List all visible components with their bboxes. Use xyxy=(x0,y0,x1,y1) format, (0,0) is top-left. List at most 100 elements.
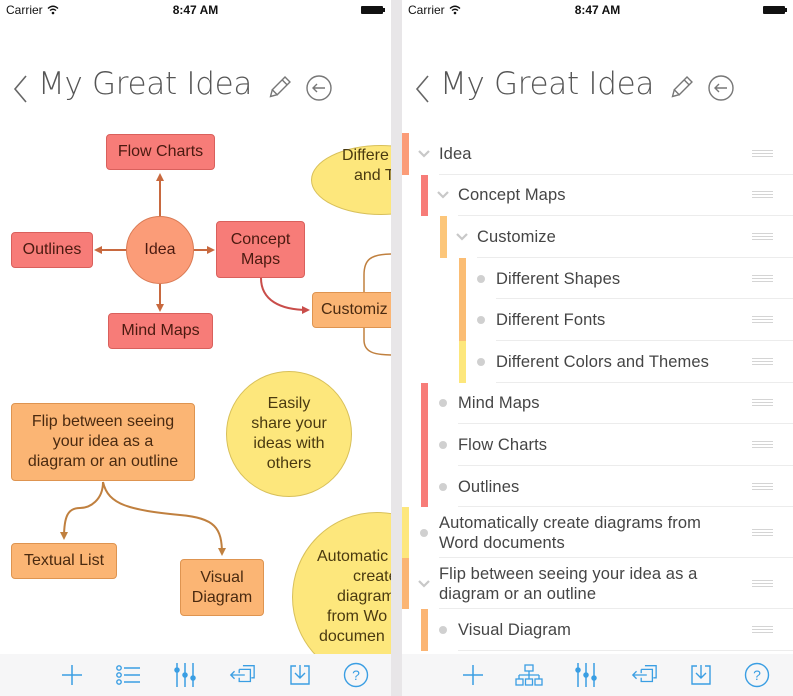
bullet-dot-icon xyxy=(420,528,428,537)
connector-flip-visual xyxy=(102,481,226,556)
diagram-view-icon xyxy=(515,664,543,686)
diagram-view-button[interactable] xyxy=(515,662,543,688)
outline-row-label: Different Fonts xyxy=(496,311,606,330)
help-button[interactable]: ? xyxy=(743,662,771,688)
node-flip[interactable]: Flip between seeing your idea as a diagram… xyxy=(11,403,195,481)
format-button[interactable] xyxy=(171,662,199,688)
outline-row-label: Concept Maps xyxy=(458,186,566,205)
import-button[interactable] xyxy=(687,662,715,688)
add-button[interactable] xyxy=(58,662,86,688)
drag-handle-icon[interactable] xyxy=(752,528,773,537)
drag-handle-icon[interactable] xyxy=(752,232,773,241)
outline-view-icon xyxy=(116,665,140,685)
bullet-dot-icon xyxy=(439,399,447,408)
add-icon xyxy=(463,665,483,685)
outline-row-label: Flow Charts xyxy=(458,435,548,454)
help-icon: ? xyxy=(343,662,369,688)
bottom-toolbar: ? xyxy=(0,654,391,696)
outline-row[interactable]: Flip between seeing your idea as a diagra… xyxy=(402,558,793,610)
outline-row[interactable]: Automatically create diagrams from Word d… xyxy=(402,507,793,559)
import-button[interactable] xyxy=(286,662,314,688)
chevron-down-icon[interactable] xyxy=(456,232,468,242)
level-color-bar xyxy=(421,465,428,508)
download-icon xyxy=(290,665,310,685)
battery-icon xyxy=(763,6,787,14)
level-color-bar xyxy=(421,609,428,651)
node-visual-diagram[interactable]: Visual Diagram xyxy=(180,559,264,616)
status-bar: Carrier 8:47 AM xyxy=(402,0,793,20)
node-idea[interactable]: Idea xyxy=(126,216,194,284)
svg-text:?: ? xyxy=(352,667,360,683)
outline-row-label: Different Colors and Themes xyxy=(496,352,710,371)
back-chevron-icon[interactable] xyxy=(10,72,34,106)
diagram-screen: Carrier 8:47 AM My Great Idea Flow Chart… xyxy=(0,0,391,696)
bullet-dot-icon xyxy=(439,440,447,449)
level-color-bar xyxy=(402,507,409,559)
node-different-colors[interactable]: Differe and T xyxy=(311,145,391,215)
connector-customize-branch-up xyxy=(363,253,391,292)
level-color-bar xyxy=(402,558,409,610)
nav-bar: My Great Idea xyxy=(402,62,793,112)
node-textual-list[interactable]: Textual List xyxy=(11,543,117,579)
connector-flip-textual xyxy=(60,481,104,540)
drag-handle-icon[interactable] xyxy=(752,440,773,449)
format-button[interactable] xyxy=(572,662,600,688)
drag-handle-icon[interactable] xyxy=(752,626,773,634)
drag-handle-icon[interactable] xyxy=(752,399,773,407)
outline-row[interactable]: Outlines xyxy=(402,465,793,508)
node-mind-maps[interactable]: Mind Maps xyxy=(108,313,213,349)
drag-handle-icon[interactable] xyxy=(752,316,773,324)
outline-row[interactable]: Visual Diagram xyxy=(402,609,793,651)
help-icon: ? xyxy=(744,662,770,688)
bullet-dot-icon xyxy=(477,357,485,366)
back-chevron-icon[interactable] xyxy=(412,72,436,106)
export-button[interactable] xyxy=(228,662,256,688)
drag-handle-icon[interactable] xyxy=(752,579,773,588)
status-time: 8:47 AM xyxy=(172,3,219,17)
pencil-icon[interactable] xyxy=(667,74,695,102)
page-title: My Great Idea xyxy=(440,66,655,102)
page-title: My Great Idea xyxy=(38,66,253,102)
outline-row[interactable]: Different Fonts xyxy=(402,299,793,341)
add-button[interactable] xyxy=(459,662,487,688)
outline-row[interactable]: Different Colors and Themes xyxy=(402,341,793,383)
outline-row-label: Flip between seeing your idea as a diagra… xyxy=(439,564,698,603)
circle-back-icon[interactable] xyxy=(305,74,333,102)
chevron-down-icon[interactable] xyxy=(418,579,430,589)
node-customize[interactable]: Customiz xyxy=(312,292,391,328)
outline-row[interactable]: Flow Charts xyxy=(402,424,793,466)
outline-row[interactable]: Concept Maps xyxy=(402,174,793,217)
drag-handle-icon[interactable] xyxy=(752,482,773,491)
node-flow-charts[interactable]: Flow Charts xyxy=(106,134,215,170)
circle-back-icon[interactable] xyxy=(707,74,735,102)
node-outlines[interactable]: Outlines xyxy=(11,232,93,268)
bullet-dot-icon xyxy=(477,316,485,325)
drag-handle-icon[interactable] xyxy=(752,191,773,199)
drag-handle-icon[interactable] xyxy=(752,274,773,283)
help-button[interactable]: ? xyxy=(342,662,370,688)
level-color-bar xyxy=(421,382,428,425)
node-concept-maps[interactable]: Concept Maps xyxy=(216,221,305,278)
drag-handle-icon[interactable] xyxy=(752,357,773,366)
sliders-icon xyxy=(174,663,196,687)
outline-row[interactable]: Customize xyxy=(402,216,793,258)
outline-row[interactable]: Idea xyxy=(402,133,793,175)
connector-customize-branch-down xyxy=(363,328,391,356)
level-color-bar xyxy=(421,174,428,217)
outline-view-button[interactable] xyxy=(114,662,142,688)
node-share[interactable]: Easily share your ideas with others xyxy=(226,371,352,497)
outline-row-label: Idea xyxy=(439,144,472,163)
outline-row[interactable]: Mind Maps xyxy=(402,382,793,425)
outline-row[interactable]: Different Shapes xyxy=(402,257,793,300)
drag-handle-icon[interactable] xyxy=(752,149,773,158)
sliders-icon xyxy=(575,663,597,687)
battery-icon xyxy=(361,6,385,14)
outline-row-label: Automatically create diagrams from Word d… xyxy=(439,513,701,552)
pencil-icon[interactable] xyxy=(265,74,293,102)
export-button[interactable] xyxy=(630,662,658,688)
nav-bar: My Great Idea xyxy=(0,62,391,112)
chevron-down-icon[interactable] xyxy=(418,149,430,159)
outline-row-label: Visual Diagram xyxy=(458,621,571,640)
bullet-dot-icon xyxy=(477,274,485,283)
chevron-down-icon[interactable] xyxy=(437,190,449,200)
